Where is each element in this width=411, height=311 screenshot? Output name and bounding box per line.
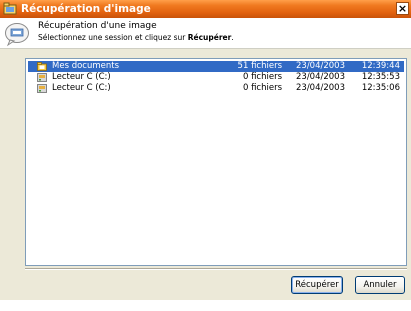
dialog-header: Récupération d'une image Sélectionnez un… <box>0 18 411 49</box>
close-button[interactable]: × <box>396 2 409 15</box>
cancel-button[interactable]: Annuler <box>355 276 405 294</box>
recover-button[interactable]: Récupérer <box>291 276 343 294</box>
row-time: 12:35:06 <box>361 83 400 93</box>
list-row[interactable]: Lecteur C (C:) 0 fichiers 23/04/2003 12:… <box>28 72 404 83</box>
close-icon: × <box>397 2 408 15</box>
speech-bubble-icon <box>5 23 29 47</box>
drive-icon <box>37 73 47 82</box>
list-row[interactable]: Mes documents 51 fichiers 23/04/2003 12:… <box>28 61 404 72</box>
row-date: 23/04/2003 <box>296 61 345 71</box>
row-time: 12:35:53 <box>361 72 400 82</box>
session-list[interactable]: Mes documents 51 fichiers 23/04/2003 12:… <box>25 58 407 266</box>
row-name: Mes documents <box>52 61 120 71</box>
row-name: Lecteur C (C:) <box>52 83 111 93</box>
row-count: 51 fichiers <box>237 61 282 71</box>
recovery-dialog: Récupération d'image × Récupération d'un… <box>0 0 411 300</box>
row-date: 23/04/2003 <box>296 72 345 82</box>
drive-icon <box>37 84 47 93</box>
app-icon <box>3 2 17 15</box>
title-bar[interactable]: Récupération d'image × <box>0 0 411 18</box>
header-subtitle-prefix: Sélectionnez une session et cliquez sur <box>38 33 188 42</box>
row-count: 0 fichiers <box>242 72 282 82</box>
row-count: 0 fichiers <box>242 83 282 93</box>
header-title: Récupération d'une image <box>38 21 157 31</box>
header-subtitle: Sélectionnez une session et cliquez sur … <box>38 33 234 43</box>
divider <box>25 268 407 270</box>
header-subtitle-bold: Récupérer <box>187 33 232 42</box>
row-time: 12:39:44 <box>361 61 400 71</box>
row-date: 23/04/2003 <box>296 83 345 93</box>
list-row[interactable]: Lecteur C (C:) 0 fichiers 23/04/2003 12:… <box>28 83 404 94</box>
window-title: Récupération d'image <box>21 3 151 15</box>
row-name: Lecteur C (C:) <box>52 72 111 82</box>
documents-folder-icon <box>37 62 47 71</box>
header-subtitle-suffix: . <box>231 33 234 42</box>
